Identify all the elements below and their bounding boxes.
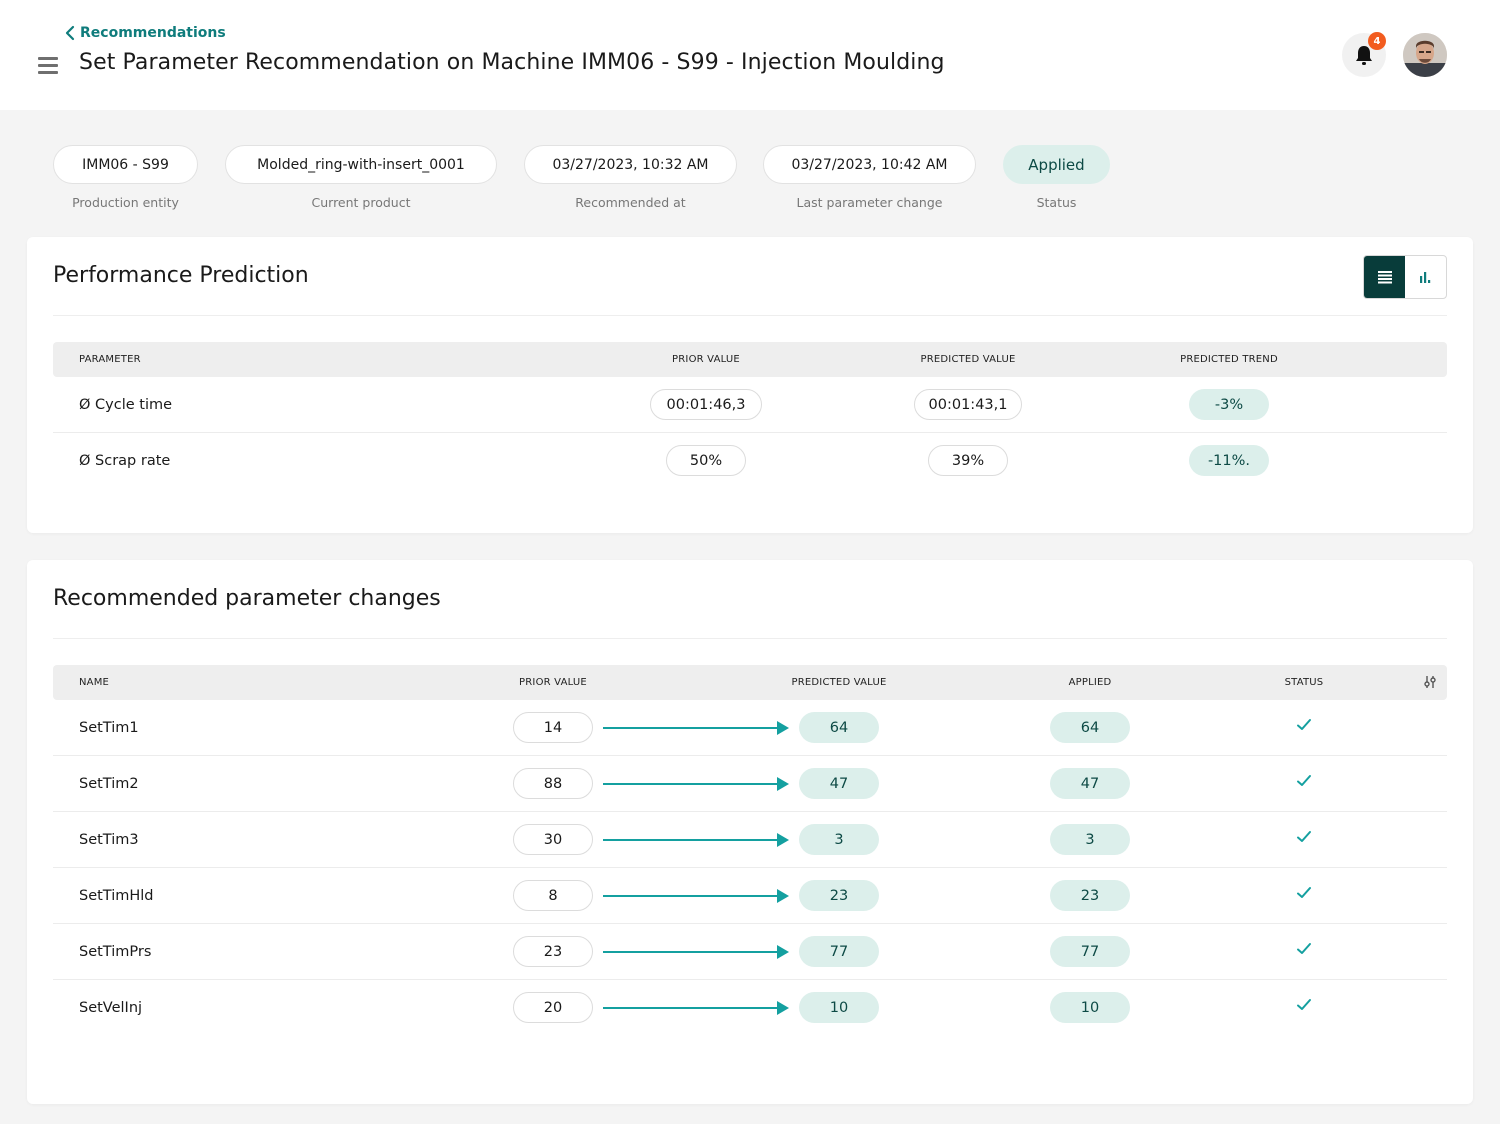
applied-value: 23 — [1050, 880, 1130, 911]
applied-value: 64 — [1050, 712, 1130, 743]
changes-table-header: NAME PRIOR VALUE PREDICTED VALUE APPLIED… — [53, 665, 1447, 700]
production-entity-label: Production entity — [72, 195, 179, 210]
prior-value: 50% — [666, 445, 746, 476]
current-product-value: Molded_ring-with-insert_0001 — [225, 145, 497, 184]
info-recommended-at: 03/27/2023, 10:32 AM Recommended at — [524, 145, 737, 210]
check-icon — [1297, 775, 1311, 786]
col-parameter: PARAMETER — [79, 354, 141, 365]
chevron-left-icon — [65, 25, 75, 41]
table-row: SetTimHld 8 23 23 — [53, 868, 1447, 924]
table-row: SetTimPrs 23 77 77 — [53, 924, 1447, 980]
predicted-value: 10 — [799, 992, 879, 1023]
parameter-name: Ø Scrap rate — [79, 453, 171, 469]
predicted-trend: -3% — [1189, 389, 1269, 420]
prior-value: 88 — [513, 768, 593, 799]
predicted-value: 00:01:43,1 — [914, 389, 1022, 420]
table-row: SetVelInj 20 10 10 — [53, 980, 1447, 1036]
table-row: Ø Cycle time 00:01:46,3 00:01:43,1 -3% — [53, 377, 1447, 433]
card-divider — [53, 638, 1447, 639]
applied-value: 10 — [1050, 992, 1130, 1023]
info-production-entity: IMM06 - S99 Production entity — [53, 145, 198, 210]
table-row: SetTim2 88 47 47 — [53, 756, 1447, 812]
applied-value: 47 — [1050, 768, 1130, 799]
applied-value: 3 — [1050, 824, 1130, 855]
list-view-icon — [1377, 271, 1392, 284]
status-badge: Applied — [1003, 145, 1110, 184]
prior-value: 14 — [513, 712, 593, 743]
last-parameter-change-label: Last parameter change — [796, 195, 943, 210]
user-avatar[interactable] — [1403, 33, 1447, 77]
predicted-value: 23 — [799, 880, 879, 911]
predicted-value: 39% — [928, 445, 1008, 476]
change-arrow-icon — [603, 833, 789, 847]
performance-prediction-title: Performance Prediction — [53, 263, 309, 288]
col-status: STATUS — [1284, 677, 1324, 688]
bar-chart-icon — [1419, 272, 1430, 283]
hamburger-menu-icon[interactable] — [38, 57, 58, 74]
predicted-value: 77 — [799, 936, 879, 967]
col-prior-value: PRIOR VALUE — [672, 354, 740, 365]
card-divider — [53, 315, 1447, 316]
status-label: Status — [1036, 195, 1077, 210]
parameter-name: SetVelInj — [79, 1000, 143, 1016]
check-icon — [1297, 999, 1311, 1010]
parameter-name: SetTim1 — [79, 720, 139, 736]
col-name: NAME — [79, 677, 110, 688]
parameter-name: SetTim3 — [79, 832, 139, 848]
change-arrow-icon — [603, 721, 789, 735]
prior-value: 30 — [513, 824, 593, 855]
prior-value: 8 — [513, 880, 593, 911]
recommended-at-label: Recommended at — [575, 195, 686, 210]
parameter-changes-title: Recommended parameter changes — [53, 586, 441, 611]
check-icon — [1297, 943, 1311, 954]
parameter-name: SetTimHld — [79, 888, 154, 904]
current-product-label: Current product — [311, 195, 411, 210]
parameter-name: Ø Cycle time — [79, 397, 173, 413]
info-status: Applied Status — [1003, 145, 1110, 210]
predicted-value: 3 — [799, 824, 879, 855]
top-bar: Recommendations Set Parameter Recommenda… — [0, 0, 1500, 110]
table-row: Ø Scrap rate 50% 39% -11%. — [53, 433, 1447, 489]
check-icon — [1297, 887, 1311, 898]
view-toggle — [1363, 255, 1447, 299]
list-view-button[interactable] — [1364, 256, 1405, 298]
performance-table-header: PARAMETER PRIOR VALUE PREDICTED VALUE PR… — [53, 342, 1447, 377]
user-photo-icon — [1403, 33, 1447, 77]
table-row: SetTim3 30 3 3 — [53, 812, 1447, 868]
applied-value: 77 — [1050, 936, 1130, 967]
info-last-parameter-change: 03/27/2023, 10:42 AM Last parameter chan… — [763, 145, 976, 210]
prior-value: 00:01:46,3 — [650, 389, 762, 420]
prior-value: 20 — [513, 992, 593, 1023]
change-arrow-icon — [603, 1001, 789, 1015]
page-title: Set Parameter Recommendation on Machine … — [79, 50, 945, 75]
parameter-changes-card: Recommended parameter changes NAME PRIOR… — [27, 560, 1473, 1104]
last-parameter-change-value: 03/27/2023, 10:42 AM — [763, 145, 976, 184]
predicted-trend: -11%. — [1189, 445, 1269, 476]
parameter-name: SetTim2 — [79, 776, 139, 792]
prior-value: 23 — [513, 936, 593, 967]
check-icon — [1297, 831, 1311, 842]
col-prior-value: PRIOR VALUE — [519, 677, 587, 688]
notification-badge: 4 — [1368, 32, 1386, 50]
col-predicted-trend: PREDICTED TREND — [1180, 354, 1278, 365]
info-current-product: Molded_ring-with-insert_0001 Current pro… — [225, 145, 497, 210]
parameter-name: SetTimPrs — [79, 944, 152, 960]
column-settings-icon[interactable] — [1423, 675, 1437, 689]
table-row: SetTim1 14 64 64 — [53, 700, 1447, 756]
col-applied: APPLIED — [1068, 677, 1112, 688]
recommended-at-value: 03/27/2023, 10:32 AM — [524, 145, 737, 184]
chart-view-button[interactable] — [1405, 256, 1446, 298]
predicted-value: 64 — [799, 712, 879, 743]
change-arrow-icon — [603, 945, 789, 959]
col-predicted-value: PREDICTED VALUE — [920, 354, 1016, 365]
back-to-recommendations-link[interactable]: Recommendations — [64, 24, 226, 42]
production-entity-value: IMM06 - S99 — [53, 145, 198, 184]
col-predicted-value: PREDICTED VALUE — [791, 677, 887, 688]
change-arrow-icon — [603, 777, 789, 791]
performance-prediction-card: Performance Prediction PARAMETER PRIOR V… — [27, 237, 1473, 533]
back-link-label: Recommendations — [80, 25, 226, 41]
predicted-value: 47 — [799, 768, 879, 799]
change-arrow-icon — [603, 889, 789, 903]
check-icon — [1297, 719, 1311, 730]
